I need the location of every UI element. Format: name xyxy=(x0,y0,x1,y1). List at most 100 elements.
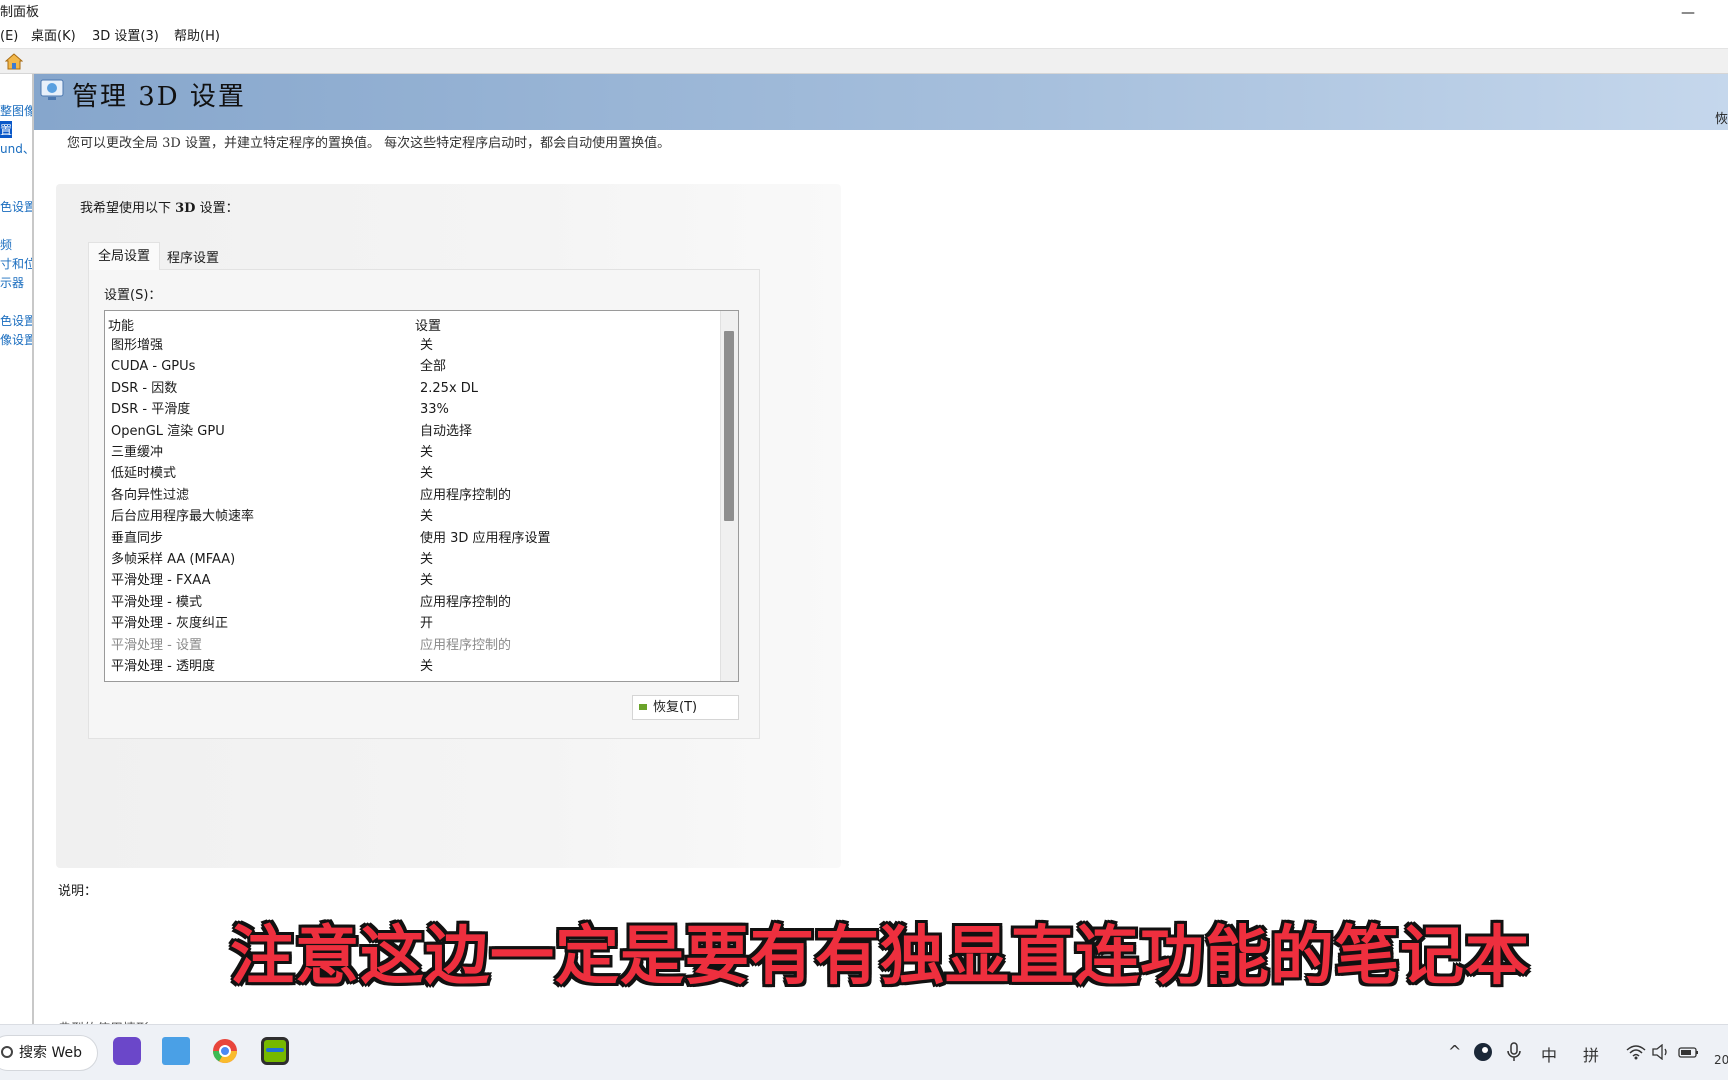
setting-value-cell[interactable]: 应用程序控制的 xyxy=(420,592,511,613)
menu-desktop[interactable]: 桌面(K) xyxy=(31,26,76,48)
3d-settings-icon xyxy=(40,79,64,100)
feature-cell: DSR - 因数 xyxy=(111,380,178,396)
feature-cell: 平滑处理 - 透明度 xyxy=(111,659,215,674)
feature-cell: DSR - 平滑度 xyxy=(111,402,191,418)
setting-value-cell[interactable]: 关 xyxy=(420,442,433,463)
setting-value-cell[interactable]: 关 xyxy=(420,549,433,570)
ime-mode-indicator[interactable]: 拼 xyxy=(1583,1042,1599,1066)
taskbar-search[interactable]: 搜索 Web xyxy=(0,1035,98,1071)
table-row[interactable]: 三重缓冲 关 xyxy=(105,442,720,463)
tray-overflow-chevron[interactable]: ^ xyxy=(1448,1042,1461,1061)
table-row[interactable]: 垂直同步 使用 3D 应用程序设置 xyxy=(105,528,720,549)
tab-global-settings[interactable]: 全局设置 xyxy=(88,242,160,270)
volume-icon[interactable] xyxy=(1652,1044,1670,1060)
restore-button-label: 恢复(T) xyxy=(653,700,698,715)
nav-item-color[interactable]: 色设置 xyxy=(0,198,32,215)
nav-item-video-image[interactable]: 像设置 xyxy=(0,331,32,348)
scrollbar-thumb[interactable] xyxy=(724,331,734,521)
setting-value-cell[interactable]: 关 xyxy=(420,506,433,527)
feature-cell: CUDA - GPUs xyxy=(111,359,196,375)
setting-value-cell[interactable]: 应用程序控制的 xyxy=(420,635,511,656)
setting-value-cell[interactable]: 关 xyxy=(420,656,433,677)
feature-cell: 低延时模式 xyxy=(111,466,177,482)
feature-cell: 后台应用程序最大帧速率 xyxy=(111,509,255,525)
page-title: 管理 3D 设置 xyxy=(72,82,246,112)
page-intro: 您可以更改全局 3D 设置，并建立特定程序的置换值。 每次这些特定程序启动时，都… xyxy=(67,136,671,151)
table-row[interactable]: 图形增强 关 xyxy=(105,335,720,356)
feature-cell: OpenGL 渲染 GPU xyxy=(111,423,225,439)
search-label: 搜索 Web xyxy=(19,1045,82,1061)
column-header-feature[interactable]: 功能 xyxy=(108,315,134,334)
control-panel-app-icon[interactable] xyxy=(162,1037,190,1065)
feature-cell: 三重缓冲 xyxy=(111,445,164,460)
toolbar xyxy=(0,48,1728,74)
wifi-icon[interactable] xyxy=(1626,1044,1646,1060)
table-row[interactable]: DSR - 平滑度 33% xyxy=(105,399,720,420)
copilot-app-icon[interactable] xyxy=(113,1037,141,1065)
page-header: 管理 3D 设置 恢 xyxy=(34,74,1728,130)
steam-icon[interactable] xyxy=(1473,1042,1493,1062)
taskbar: 搜索 Web ^ 中 拼 20 xyxy=(0,1024,1728,1080)
table-row[interactable]: DSR - 因数 2.25x DL xyxy=(105,378,720,399)
window-title: 制面板 xyxy=(0,5,40,20)
table-row[interactable]: OpenGL 渲染 GPU 自动选择 xyxy=(105,421,720,442)
tab-program-settings[interactable]: 程序设置 xyxy=(160,248,226,270)
feature-cell: 各向异性过滤 xyxy=(111,487,190,503)
microphone-icon[interactable] xyxy=(1506,1042,1522,1062)
restore-defaults-link[interactable]: 恢 xyxy=(1715,108,1728,127)
setting-value-cell[interactable]: 33% xyxy=(420,399,449,420)
setting-value-cell[interactable]: 使用 3D 应用程序设置 xyxy=(420,528,551,549)
table-row[interactable]: 平滑处理 - 设置 应用程序控制的 xyxy=(105,635,720,656)
table-row[interactable]: 多帧采样 AA (MFAA) 关 xyxy=(105,549,720,570)
vertical-scrollbar[interactable] xyxy=(720,311,738,681)
setting-value-cell[interactable]: 关 xyxy=(420,463,433,484)
panel-heading: 我希望使用以下 3D 设置： xyxy=(80,201,239,216)
battery-icon[interactable] xyxy=(1678,1044,1700,1060)
menu-3d-settings[interactable]: 3D 设置(3) xyxy=(92,26,159,48)
restore-button[interactable]: 恢复(T) xyxy=(632,695,739,720)
nav-item-video-color[interactable]: 色设置 xyxy=(0,312,32,329)
nvidia-icon xyxy=(639,704,647,710)
feature-cell: 平滑处理 - 灰度纠正 xyxy=(111,616,228,632)
feature-cell: 垂直同步 xyxy=(111,530,164,546)
feature-cell: 多帧采样 AA (MFAA) xyxy=(111,552,236,567)
nav-item-physx[interactable]: und、 xyxy=(0,140,32,157)
settings-table[interactable]: 功能 设置 图形增强关 CUDA - GPUs 全部 DSR - 因数 2.25x DL… xyxy=(104,310,739,682)
search-icon xyxy=(1,1046,13,1058)
nav-item-adjust-image[interactable]: 整图像 xyxy=(0,102,32,119)
table-row[interactable]: 后台应用程序最大帧速率 关 xyxy=(105,506,720,527)
table-row[interactable]: 平滑处理 - 透明度 关 xyxy=(105,656,720,677)
ime-language-indicator[interactable]: 中 xyxy=(1541,1042,1557,1066)
left-navigation: 整图像 置 und、 色设置 频 寸和位 示器 色设置 像设置 xyxy=(0,74,34,1024)
setting-value-cell[interactable]: 自动选择 xyxy=(420,421,472,442)
nav-item-video[interactable]: 频 xyxy=(0,236,12,253)
menu-edit[interactable]: (E) xyxy=(0,26,18,48)
feature-cell: 图形增强 xyxy=(111,338,164,353)
table-row[interactable]: 各向异性过滤 应用程序控制的 xyxy=(105,485,720,506)
setting-value-cell[interactable]: 全部 xyxy=(420,356,446,377)
table-row[interactable]: 平滑处理 - 模式 应用程序控制的 xyxy=(105,592,720,613)
home-icon[interactable] xyxy=(5,53,23,70)
settings-list-label: 设置(S)： xyxy=(104,288,162,303)
column-header-setting[interactable]: 设置 xyxy=(415,315,441,334)
table-row[interactable]: 低延时模式 关 xyxy=(105,463,720,484)
chrome-app-icon[interactable] xyxy=(211,1037,239,1065)
title-bar: 制面板 — xyxy=(0,0,1728,26)
table-row[interactable]: 平滑处理 - 灰度纠正 开 xyxy=(105,613,720,634)
setting-value-cell[interactable]: 开 xyxy=(420,613,433,634)
setting-value-cell[interactable]: 2.25x DL xyxy=(420,378,478,399)
description-label: 说明： xyxy=(58,884,98,899)
clock-text[interactable]: 20 xyxy=(1714,1053,1728,1067)
nav-item-size-position[interactable]: 寸和位 xyxy=(0,255,32,272)
minimize-button[interactable]: — xyxy=(1678,0,1698,26)
setting-value-cell[interactable]: 关 xyxy=(420,570,433,591)
nav-item-display[interactable]: 示器 xyxy=(0,274,24,291)
setting-value-cell[interactable]: 应用程序控制的 xyxy=(420,485,511,506)
setting-value-cell[interactable]: 关 xyxy=(420,335,433,356)
video-subtitle: 注意这边一定是要有有独显直连功能的笔记本 xyxy=(230,920,1530,994)
active-app-indicator xyxy=(266,1048,284,1052)
table-row[interactable]: CUDA - GPUs 全部 xyxy=(105,356,720,377)
table-row[interactable]: 平滑处理 - FXAA 关 xyxy=(105,570,720,591)
nav-item-manage-3d[interactable]: 置 xyxy=(0,121,13,138)
menu-help[interactable]: 帮助(H) xyxy=(174,26,220,48)
